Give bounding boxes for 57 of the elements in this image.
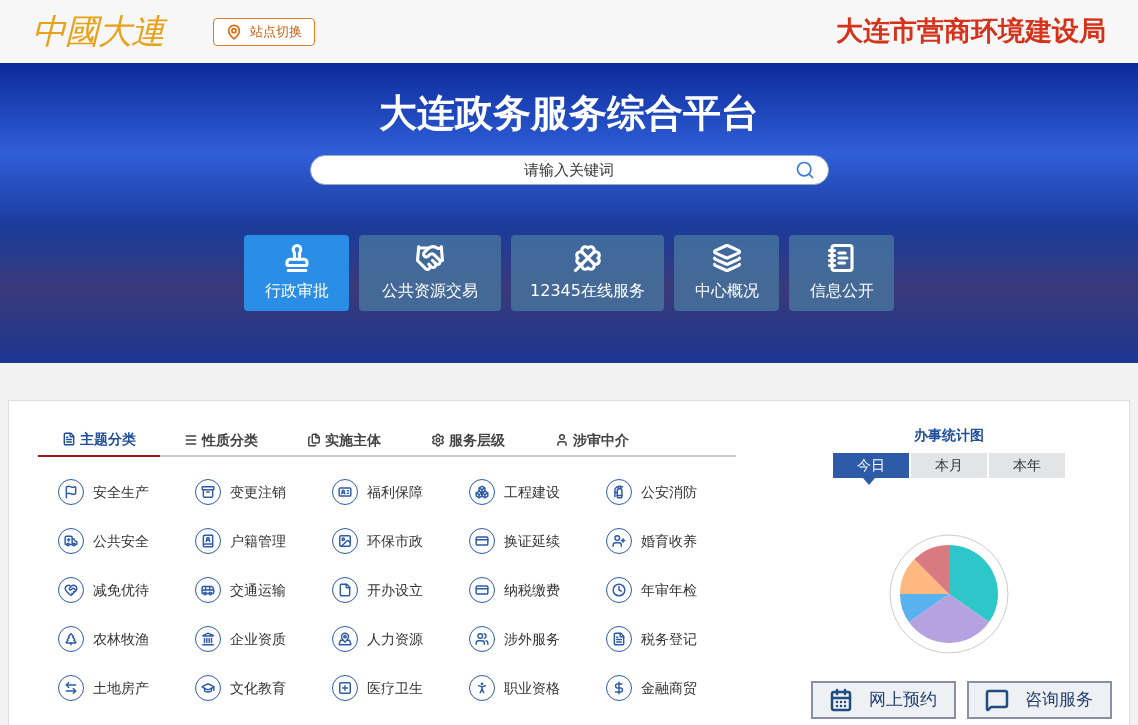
category-link[interactable]: 公安消防 [606, 479, 743, 505]
category-link[interactable]: 人力资源 [332, 626, 469, 652]
category-link[interactable]: 福利保障 [332, 479, 469, 505]
chat-icon [985, 688, 1009, 712]
category-tab[interactable]: 实施主体 [282, 423, 406, 457]
period-tab[interactable]: 本月 [911, 453, 987, 478]
action-button[interactable]: 咨询服务 [966, 681, 1112, 719]
category-link[interactable]: 职业资格 [469, 675, 606, 701]
calendar-icon [829, 688, 853, 712]
handshake-icon [415, 243, 445, 273]
category-link[interactable]: 农林牧渔 [58, 626, 195, 652]
category-link[interactable]: 交通运输 [195, 577, 332, 603]
layers-icon [711, 243, 742, 273]
user-icon [555, 433, 569, 447]
category-link[interactable]: 换证延续 [469, 528, 606, 554]
category-link[interactable]: 工程建设 [469, 479, 606, 505]
service-tile[interactable]: 中心概况 [674, 235, 779, 311]
category-link[interactable]: 文化教育 [195, 675, 332, 701]
files-icon [307, 433, 321, 447]
category-link[interactable]: 金融商贸 [606, 675, 743, 701]
search-field[interactable]: 请输入关键词 [309, 155, 829, 185]
agency-title: 大连市营商环境建设局 [836, 14, 1106, 49]
service-tile[interactable]: 12345在线服务 [511, 235, 664, 311]
stats-title: 办事统计图 [914, 426, 984, 445]
category-link[interactable]: 纳税缴费 [469, 577, 606, 603]
location-pin-icon [225, 22, 242, 41]
category-link[interactable]: 企业资质 [195, 626, 332, 652]
action-button[interactable]: 网上预约 [810, 681, 956, 719]
category-link[interactable]: 安全生产 [58, 479, 195, 505]
pointer-icon [863, 478, 875, 485]
category-link[interactable]: 减免优待 [58, 577, 195, 603]
category-tab[interactable]: 服务层级 [406, 423, 530, 457]
category-link[interactable]: 公共安全 [58, 528, 195, 554]
search-icon[interactable] [794, 160, 815, 180]
settings-icon [431, 433, 445, 447]
clover-icon [572, 243, 603, 273]
service-tile[interactable]: 信息公开 [789, 235, 894, 311]
category-link[interactable]: 变更注销 [195, 479, 332, 505]
category-link[interactable]: 医疗卫生 [332, 675, 469, 701]
document-icon [62, 432, 76, 446]
category-link[interactable]: 土地房产 [58, 675, 195, 701]
site-switch-button[interactable]: 站点切换 [212, 17, 315, 46]
platform-title: 大连政务服务综合平台 [379, 90, 759, 137]
notepad-icon [826, 243, 857, 273]
category-link[interactable]: 开办设立 [332, 577, 469, 603]
category-link[interactable]: 环保市政 [332, 528, 469, 554]
category-tab[interactable]: 性质分类 [160, 423, 282, 457]
category-link[interactable]: 婚育收养 [606, 528, 743, 554]
category-tab[interactable]: 主题分类 [38, 423, 160, 457]
category-link[interactable]: 户籍管理 [195, 528, 332, 554]
category-link[interactable]: 涉外服务 [469, 626, 606, 652]
period-tab[interactable]: 本年 [989, 453, 1065, 478]
category-tab[interactable]: 涉审中介 [530, 423, 654, 457]
category-link[interactable]: 税务登记 [606, 626, 743, 652]
service-tile[interactable]: 公共资源交易 [359, 235, 501, 311]
category-link[interactable]: 年审年检 [606, 577, 743, 603]
menu-icon [184, 433, 198, 447]
